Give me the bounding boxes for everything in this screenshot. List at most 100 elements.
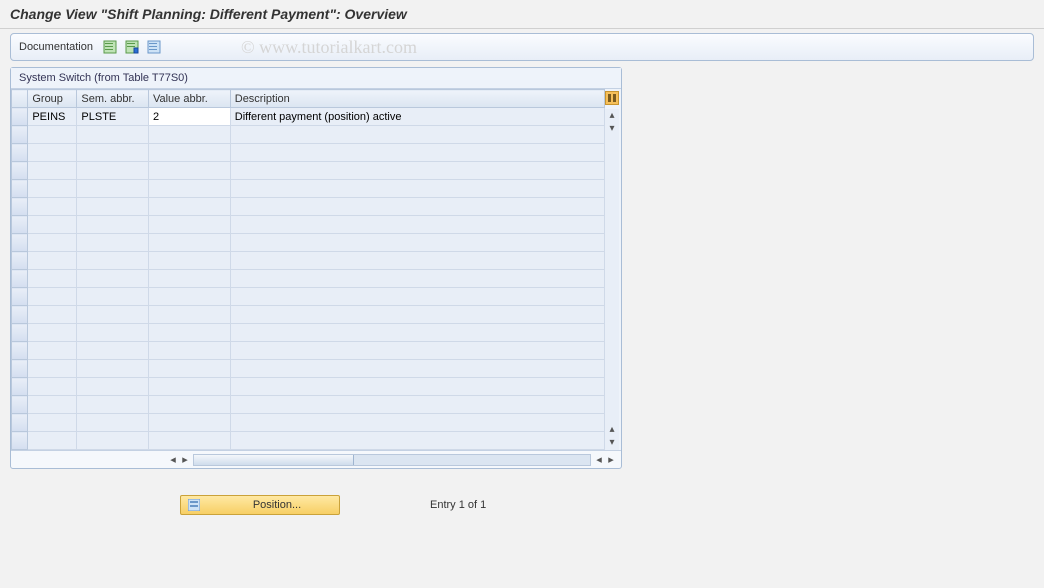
cell-value-abbr[interactable] [148, 252, 230, 270]
scroll-left-end-icon[interactable]: ◂ [593, 453, 605, 466]
row-selector[interactable] [12, 234, 28, 252]
cell-group[interactable] [28, 432, 77, 450]
row-selector[interactable] [12, 360, 28, 378]
cell-value-abbr[interactable] [148, 306, 230, 324]
row-selector[interactable] [12, 162, 28, 180]
row-selector[interactable] [12, 396, 28, 414]
column-header-group[interactable]: Group [28, 90, 77, 108]
cell-sem-abbr[interactable] [77, 306, 149, 324]
column-header-value-abbr[interactable]: Value abbr. [148, 90, 230, 108]
hscroll-track[interactable] [193, 454, 591, 466]
selector-column-header[interactable] [12, 90, 28, 108]
scroll-up-bottom-icon[interactable]: ▴ [606, 424, 618, 436]
row-selector[interactable] [12, 198, 28, 216]
cell-sem-abbr[interactable] [77, 432, 149, 450]
cell-group[interactable] [28, 180, 77, 198]
cell-group[interactable] [28, 306, 77, 324]
cell-description[interactable] [230, 144, 604, 162]
cell-description[interactable] [230, 396, 604, 414]
cell-group[interactable] [28, 216, 77, 234]
row-selector[interactable] [12, 324, 28, 342]
scroll-down-bottom-icon[interactable]: ▾ [606, 437, 618, 449]
cell-description[interactable] [230, 216, 604, 234]
row-selector[interactable] [12, 108, 28, 126]
delimit-entry-icon[interactable] [145, 38, 163, 56]
cell-value-abbr[interactable] [148, 378, 230, 396]
cell-sem-abbr[interactable]: PLSTE [77, 108, 149, 126]
cell-value-abbr[interactable] [148, 324, 230, 342]
scroll-up-icon[interactable]: ▴ [606, 110, 618, 122]
row-selector[interactable] [12, 414, 28, 432]
cell-sem-abbr[interactable] [77, 234, 149, 252]
cell-sem-abbr[interactable] [77, 270, 149, 288]
cell-description[interactable] [230, 180, 604, 198]
scroll-down-icon[interactable]: ▾ [606, 123, 618, 135]
cell-group[interactable] [28, 144, 77, 162]
cell-group[interactable] [28, 162, 77, 180]
cell-sem-abbr[interactable] [77, 144, 149, 162]
row-selector[interactable] [12, 252, 28, 270]
cell-group[interactable] [28, 378, 77, 396]
cell-value-abbr[interactable] [148, 414, 230, 432]
cell-group[interactable] [28, 396, 77, 414]
cell-group[interactable] [28, 234, 77, 252]
cell-description[interactable] [230, 306, 604, 324]
cell-value-abbr[interactable] [148, 288, 230, 306]
cell-description[interactable] [230, 162, 604, 180]
cell-sem-abbr[interactable] [77, 342, 149, 360]
cell-sem-abbr[interactable] [77, 126, 149, 144]
cell-group[interactable] [28, 252, 77, 270]
vertical-scrollbar[interactable]: ▴ ▾ ▴ ▾ [605, 109, 619, 450]
cell-sem-abbr[interactable] [77, 396, 149, 414]
documentation-button[interactable]: Documentation [19, 41, 93, 53]
cell-sem-abbr[interactable] [77, 180, 149, 198]
cell-sem-abbr[interactable] [77, 324, 149, 342]
cell-description[interactable] [230, 234, 604, 252]
cell-group[interactable] [28, 324, 77, 342]
row-selector[interactable] [12, 342, 28, 360]
cell-group[interactable] [28, 342, 77, 360]
cell-group[interactable]: PEINS [28, 108, 77, 126]
row-selector[interactable] [12, 144, 28, 162]
cell-value-abbr[interactable] [148, 396, 230, 414]
cell-value-abbr[interactable] [148, 432, 230, 450]
cell-description[interactable] [230, 288, 604, 306]
cell-sem-abbr[interactable] [77, 360, 149, 378]
cell-value-abbr[interactable] [148, 126, 230, 144]
row-selector[interactable] [12, 306, 28, 324]
cell-value-abbr[interactable] [148, 234, 230, 252]
cell-value-abbr[interactable] [148, 360, 230, 378]
row-selector[interactable] [12, 126, 28, 144]
cell-group[interactable] [28, 198, 77, 216]
cell-value-abbr[interactable] [148, 270, 230, 288]
copy-entry-icon[interactable] [123, 38, 141, 56]
scroll-left-icon[interactable]: ◂ [167, 453, 179, 466]
row-selector[interactable] [12, 378, 28, 396]
cell-description[interactable] [230, 126, 604, 144]
row-selector[interactable] [12, 180, 28, 198]
cell-sem-abbr[interactable] [77, 162, 149, 180]
cell-description[interactable] [230, 414, 604, 432]
cell-value-abbr[interactable]: 2 [148, 108, 230, 126]
cell-sem-abbr[interactable] [77, 288, 149, 306]
cell-description[interactable] [230, 252, 604, 270]
cell-description[interactable] [230, 270, 604, 288]
cell-value-abbr[interactable] [148, 144, 230, 162]
cell-value-abbr[interactable] [148, 342, 230, 360]
cell-sem-abbr[interactable] [77, 378, 149, 396]
cell-description[interactable] [230, 342, 604, 360]
cell-group[interactable] [28, 288, 77, 306]
cell-value-abbr[interactable] [148, 198, 230, 216]
cell-description[interactable] [230, 324, 604, 342]
cell-description[interactable] [230, 198, 604, 216]
hscroll-thumb[interactable] [194, 455, 354, 465]
cell-group[interactable] [28, 414, 77, 432]
cell-description[interactable]: Different payment (position) active [230, 108, 604, 126]
cell-value-abbr[interactable] [148, 180, 230, 198]
position-button[interactable]: Position... [180, 495, 340, 515]
cell-group[interactable] [28, 270, 77, 288]
column-header-sem-abbr[interactable]: Sem. abbr. [77, 90, 149, 108]
row-selector[interactable] [12, 288, 28, 306]
cell-value-abbr[interactable] [148, 162, 230, 180]
create-entry-icon[interactable] [101, 38, 119, 56]
